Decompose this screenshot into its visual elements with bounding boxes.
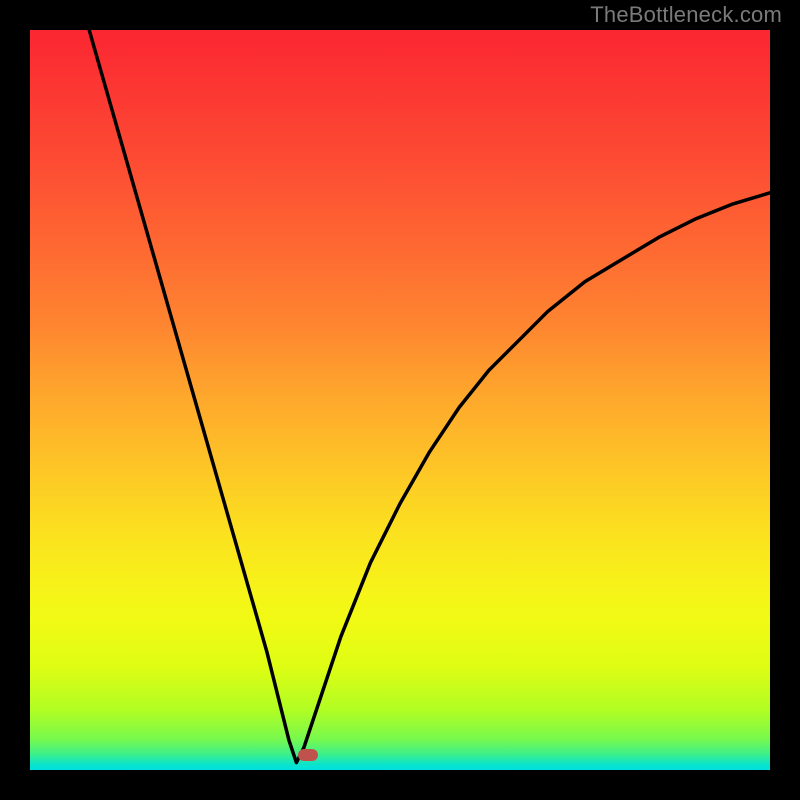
gradient-background <box>30 30 770 770</box>
watermark-text: TheBottleneck.com <box>590 2 782 28</box>
chart-svg <box>30 30 770 770</box>
chart-canvas <box>30 30 770 770</box>
optimal-marker <box>298 749 318 761</box>
